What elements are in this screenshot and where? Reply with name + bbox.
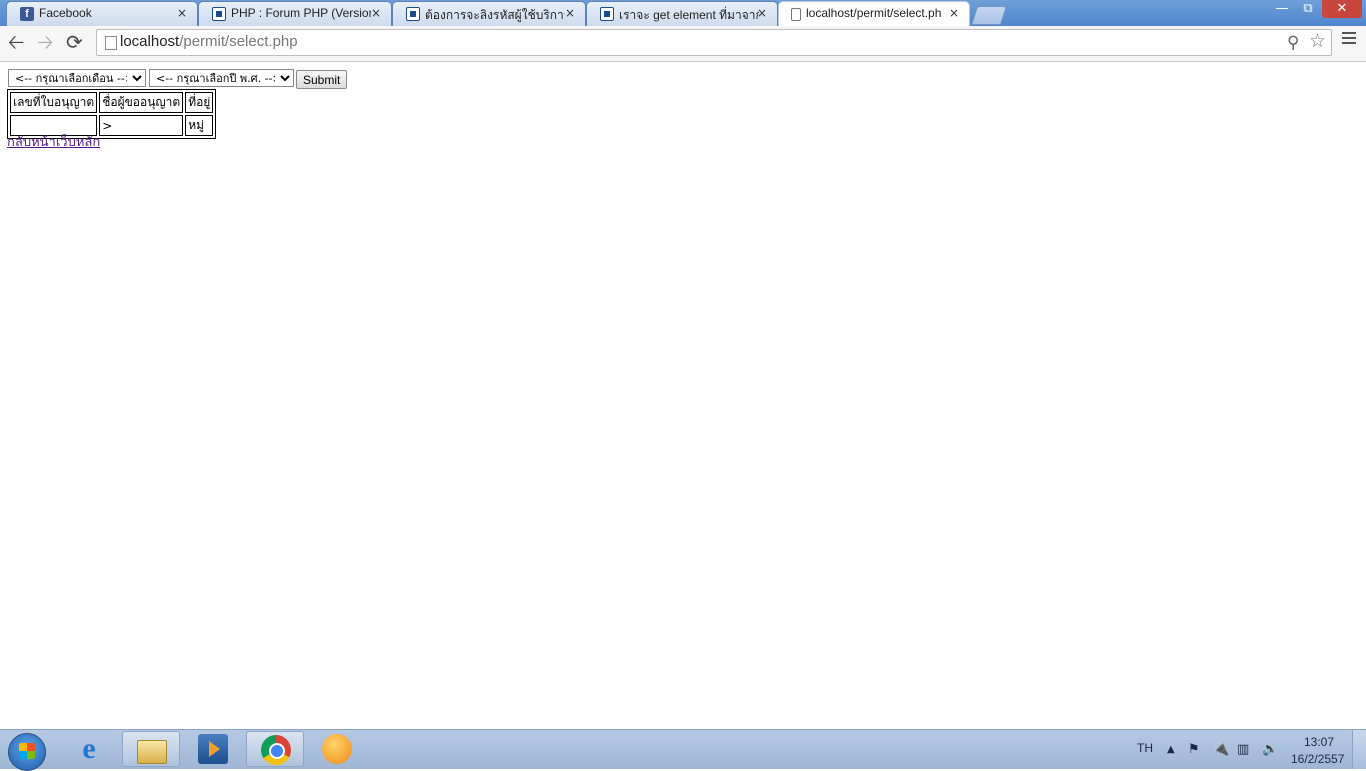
search-icon[interactable]: ⚲ (1287, 33, 1299, 53)
media-player-icon (198, 734, 228, 764)
language-indicator[interactable]: TH (1137, 741, 1153, 755)
show-desktop-button[interactable] (1352, 730, 1366, 769)
table-header-row: เลขที่ใบอนุญาต ชื่อผู้ขออนุญาต ที่อยู่ (10, 92, 214, 113)
taskbar-internet-explorer[interactable]: e (60, 731, 118, 767)
tab-title: เราจะ get element ที่มาจาก (619, 8, 759, 22)
tab-close-icon[interactable]: × (949, 6, 959, 20)
month-select[interactable]: <-- กรุณาเลือกเดือน --> (8, 69, 146, 87)
clock-time[interactable]: 13:07 (1304, 735, 1334, 749)
address-bar[interactable]: localhost/permit/select.php ⚲ ☆ (96, 29, 1332, 56)
back-icon[interactable]: 🡠 (8, 31, 24, 53)
tab-close-icon[interactable]: × (177, 6, 187, 20)
cell-applicant-name: > (99, 115, 184, 136)
tab-close-icon[interactable]: × (371, 6, 381, 20)
reload-icon[interactable]: ⟳ (66, 31, 83, 53)
tab-forum-php[interactable]: PHP : Forum PHP (Version × (198, 1, 392, 26)
submit-button[interactable]: Submit (296, 70, 348, 89)
action-center-flag-icon[interactable]: ⚑ (1188, 742, 1200, 757)
volume-icon[interactable]: 🔈 (1262, 742, 1278, 757)
cell-address: หมู่ (185, 115, 214, 136)
tab-close-icon[interactable]: × (757, 6, 767, 20)
tab-localhost-select[interactable]: localhost/permit/select.ph × (778, 1, 970, 27)
minimize-icon[interactable]: — (1270, 0, 1294, 18)
year-select[interactable]: <-- กรุณาเลือกปี พ.ศ. --> (149, 69, 294, 87)
forum-icon (212, 7, 226, 21)
show-hidden-icons-icon[interactable]: ▲ (1167, 744, 1175, 755)
bookmark-star-icon[interactable]: ☆ (1309, 30, 1326, 52)
url-path: /permit/select.php (179, 33, 298, 50)
power-plug-icon[interactable]: 🔌 (1213, 742, 1229, 757)
tab-title: localhost/permit/select.ph (806, 6, 942, 20)
forward-icon[interactable]: 🡢 (37, 31, 53, 53)
tab-title: Facebook (39, 6, 92, 20)
header-permit-number: เลขที่ใบอนุญาต (10, 92, 98, 113)
menu-icon[interactable] (1342, 32, 1356, 47)
windows-logo-icon (19, 743, 35, 759)
url-text[interactable]: localhost/permit/select.php (120, 33, 298, 50)
back-to-home-link[interactable]: กลับหน้าเว็บหลัก (7, 131, 100, 152)
file-explorer-icon (137, 740, 167, 764)
header-applicant-name: ชื่อผู้ขออนุญาต (99, 92, 184, 113)
tab-title: PHP : Forum PHP (Version (231, 6, 371, 20)
start-button[interactable] (8, 733, 46, 771)
taskbar-chrome[interactable] (246, 731, 304, 767)
page-icon (791, 8, 801, 21)
taskbar-media-player[interactable] (184, 731, 242, 767)
windows-taskbar: e TH ▲ ⚑ 🔌 ▥ 🔈 13:07 16/2/2557 (0, 729, 1366, 771)
tab-close-icon[interactable]: × (565, 6, 575, 20)
smiley-app-icon (322, 734, 352, 764)
clock-date[interactable]: 16/2/2557 (1291, 752, 1344, 766)
facebook-icon: f (20, 7, 34, 21)
tab-facebook[interactable]: f Facebook × (6, 1, 198, 26)
browser-title-bar: f Facebook × PHP : Forum PHP (Version × … (0, 0, 1366, 27)
tab-title: ต้องการจะลิงรหัสผู้ใช้บริการ (425, 8, 565, 22)
internet-explorer-icon: e (82, 732, 96, 765)
taskbar-smiley-app[interactable] (308, 731, 366, 767)
tab-forum-thread-2[interactable]: เราจะ get element ที่มาจาก × (586, 1, 778, 26)
forum-icon (600, 7, 614, 21)
new-tab-button[interactable] (970, 6, 1008, 25)
tab-forum-thread-1[interactable]: ต้องการจะลิงรหัสผู้ใช้บริการ × (392, 1, 586, 26)
browser-toolbar: 🡠 🡢 ⟳ localhost/permit/select.php ⚲ ☆ (0, 26, 1366, 62)
restore-icon[interactable]: ⧉ (1296, 0, 1320, 18)
url-host: localhost (120, 33, 180, 50)
network-signal-icon[interactable]: ▥ (1237, 742, 1249, 757)
close-window-icon[interactable]: ✕ (1322, 0, 1362, 18)
page-icon (105, 36, 117, 50)
chrome-icon (261, 735, 291, 765)
header-address: ที่อยู่ (185, 92, 214, 113)
taskbar-file-explorer[interactable] (122, 731, 180, 767)
forum-icon (406, 7, 420, 21)
